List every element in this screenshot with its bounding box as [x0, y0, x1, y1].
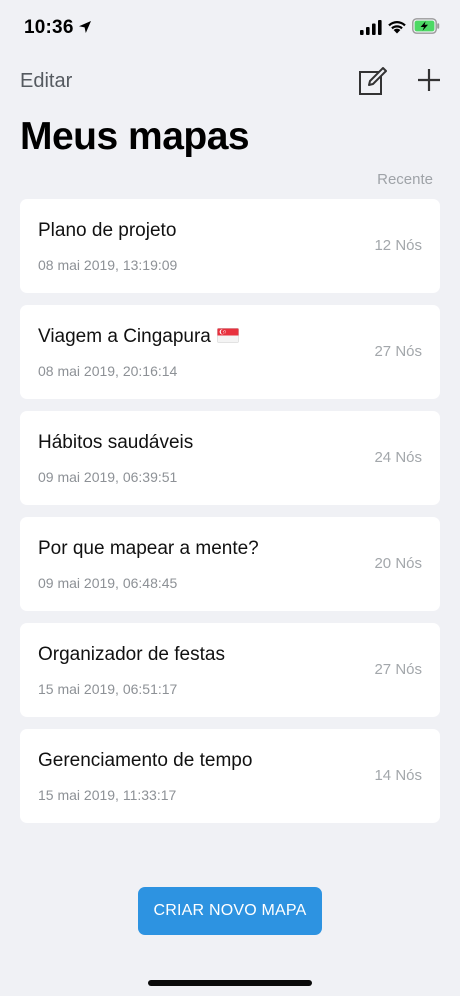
map-card[interactable]: Por que mapear a mente? 09 mai 2019, 06:…	[20, 517, 440, 611]
status-time: 10:36	[24, 17, 74, 38]
create-new-map-button[interactable]: CRIAR NOVO MAPA	[138, 887, 322, 935]
home-indicator[interactable]	[148, 980, 312, 986]
map-title: Por que mapear a mente?	[38, 538, 259, 559]
map-title: Plano de projeto	[38, 220, 177, 241]
signal-icon	[360, 20, 382, 35]
map-node-count: 27 Nós	[374, 343, 422, 360]
map-date: 15 mai 2019, 06:51:17	[38, 681, 178, 697]
map-node-count: 24 Nós	[374, 449, 422, 466]
map-date: 09 mai 2019, 06:39:51	[38, 469, 178, 485]
map-node-count: 20 Nós	[374, 555, 422, 572]
plus-icon[interactable]	[417, 68, 441, 92]
map-card[interactable]: Organizador de festas 15 mai 2019, 06:51…	[20, 623, 440, 717]
map-card[interactable]: Viagem a Cingapura 08 mai 2019, 20:16:14…	[20, 305, 440, 399]
wifi-icon	[388, 21, 406, 34]
singapore-flag-icon	[216, 328, 239, 343]
location-arrow-icon	[79, 21, 91, 33]
map-node-count: 12 Nós	[374, 237, 422, 254]
compose-icon[interactable]	[358, 66, 388, 96]
map-title: Gerenciamento de tempo	[38, 750, 253, 771]
map-card[interactable]: Plano de projeto 08 mai 2019, 13:19:09 1…	[20, 199, 440, 293]
map-card[interactable]: Gerenciamento de tempo 15 mai 2019, 11:3…	[20, 729, 440, 823]
map-title: Viagem a Cingapura	[38, 326, 211, 347]
map-card[interactable]: Hábitos saudáveis 09 mai 2019, 06:39:51 …	[20, 411, 440, 505]
status-bar: 10:36	[0, 0, 460, 56]
map-node-count: 27 Nós	[374, 661, 422, 678]
page-title: Meus mapas	[20, 115, 250, 158]
map-date: 15 mai 2019, 11:33:17	[38, 787, 177, 803]
sort-recent-label[interactable]: Recente	[377, 171, 433, 188]
map-node-count: 14 Nós	[374, 767, 422, 784]
map-date: 08 mai 2019, 13:19:09	[38, 257, 178, 273]
map-list: Plano de projeto 08 mai 2019, 13:19:09 1…	[20, 199, 440, 835]
map-title-row: Viagem a Cingapura	[38, 326, 239, 348]
edit-button[interactable]: Editar	[20, 70, 72, 93]
battery-charging-icon	[412, 18, 440, 34]
map-title: Organizador de festas	[38, 644, 225, 665]
map-date: 09 mai 2019, 06:48:45	[38, 575, 178, 591]
map-date: 08 mai 2019, 20:16:14	[38, 363, 178, 379]
map-title: Hábitos saudáveis	[38, 432, 194, 453]
